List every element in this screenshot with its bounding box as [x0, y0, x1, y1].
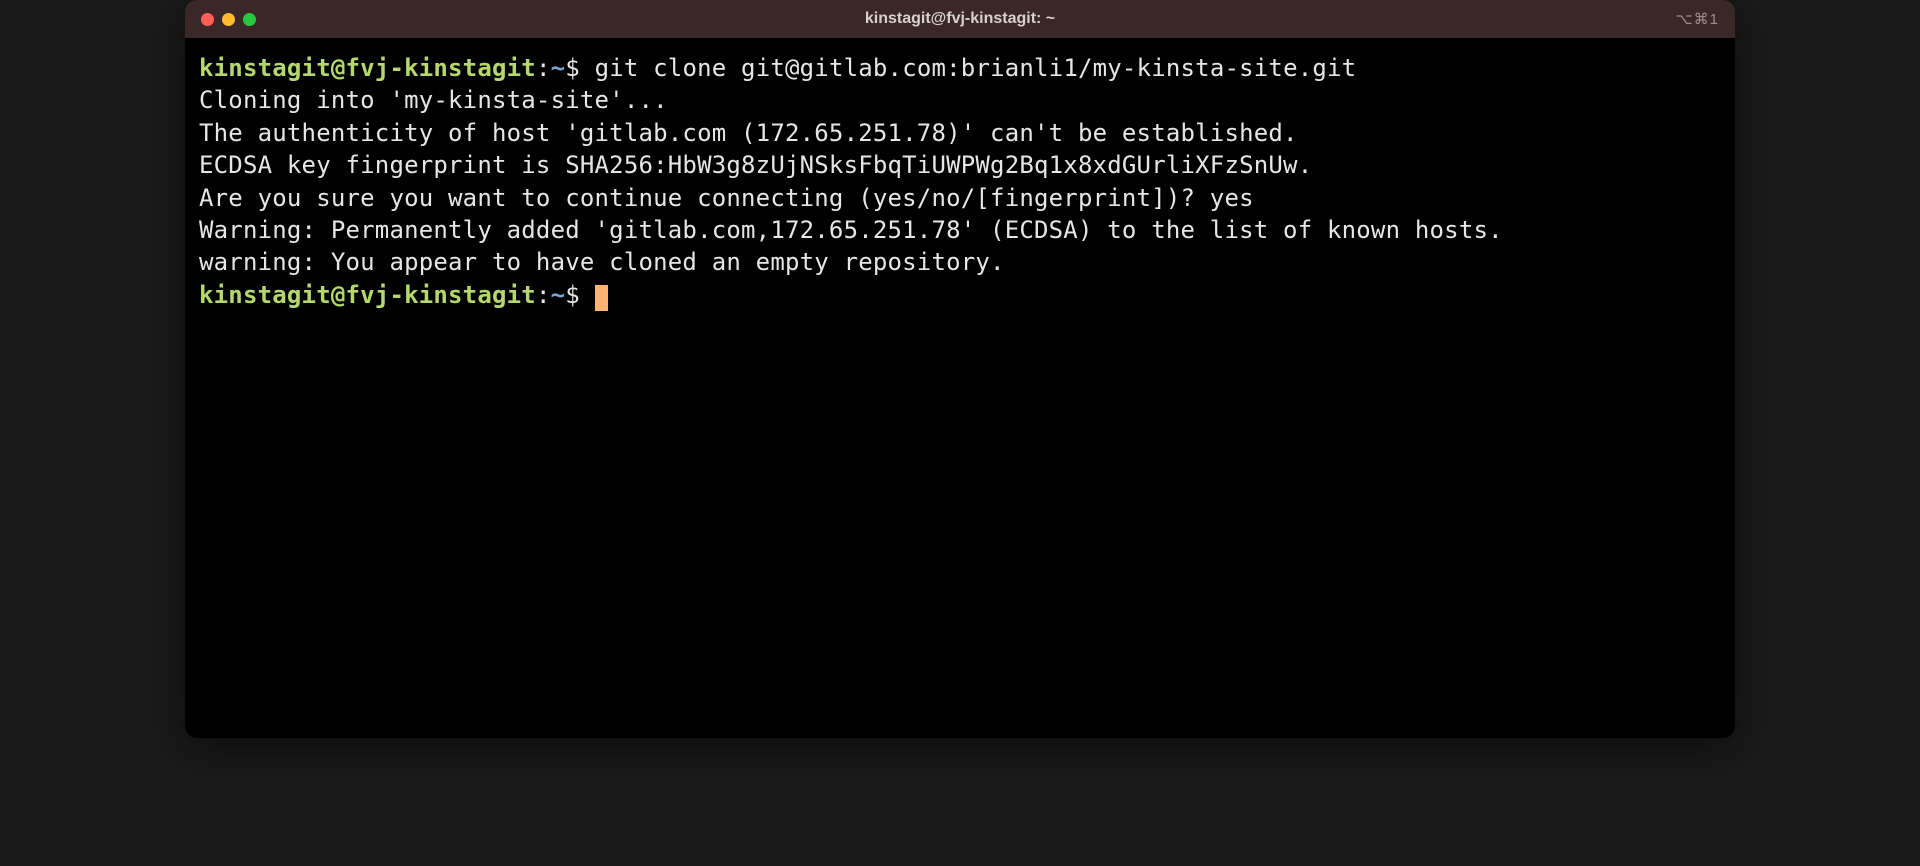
command-text: git clone git@gitlab.com:brianli1/my-kin…: [595, 54, 1357, 82]
command-line: kinstagit@fvj-kinstagit:~$ git clone git…: [199, 52, 1721, 84]
output-line: ECDSA key fingerprint is SHA256:HbW3g8zU…: [199, 149, 1721, 181]
window-title: kinstagit@fvj-kinstagit: ~: [865, 10, 1055, 28]
traffic-lights: [201, 13, 256, 26]
minimize-icon[interactable]: [222, 13, 235, 26]
prompt-path: ~: [551, 54, 566, 82]
prompt-separator: :: [536, 54, 551, 82]
output-line: Are you sure you want to continue connec…: [199, 182, 1721, 214]
maximize-icon[interactable]: [243, 13, 256, 26]
prompt-symbol: $: [565, 54, 580, 82]
prompt-path: ~: [551, 281, 566, 309]
prompt-symbol: $: [565, 281, 580, 309]
output-line: warning: You appear to have cloned an em…: [199, 246, 1721, 278]
cursor-icon: [595, 285, 608, 311]
title-bar: kinstagit@fvj-kinstagit: ~ ⌥⌘1: [185, 0, 1735, 38]
prompt-user-host: kinstagit@fvj-kinstagit: [199, 54, 536, 82]
close-icon[interactable]: [201, 13, 214, 26]
terminal-window: kinstagit@fvj-kinstagit: ~ ⌥⌘1 kinstagit…: [185, 0, 1735, 738]
prompt-user-host: kinstagit@fvj-kinstagit: [199, 281, 536, 309]
window-shortcut-indicator: ⌥⌘1: [1675, 10, 1719, 28]
terminal-body[interactable]: kinstagit@fvj-kinstagit:~$ git clone git…: [185, 38, 1735, 738]
output-line: Warning: Permanently added 'gitlab.com,1…: [199, 214, 1721, 246]
prompt-line: kinstagit@fvj-kinstagit:~$: [199, 279, 1721, 311]
output-line: The authenticity of host 'gitlab.com (17…: [199, 117, 1721, 149]
output-line: Cloning into 'my-kinsta-site'...: [199, 84, 1721, 116]
prompt-separator: :: [536, 281, 551, 309]
